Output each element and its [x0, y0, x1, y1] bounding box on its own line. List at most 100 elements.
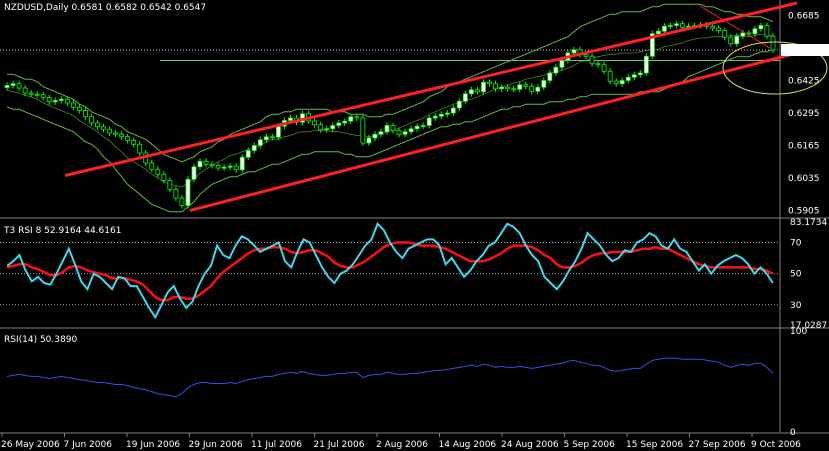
candle-body [276, 125, 281, 138]
candle-body [396, 130, 402, 135]
candle-body [215, 165, 221, 169]
candle-body [535, 86, 541, 92]
candle-body [58, 98, 64, 101]
candle-body [668, 25, 673, 27]
candle-body [233, 165, 239, 171]
candle-body [251, 145, 257, 151]
candle-body [469, 89, 474, 95]
candle-body [493, 83, 498, 90]
time-tick-label: 15 Sep 2006 [626, 440, 683, 450]
candle-body [348, 116, 354, 122]
time-tick-label: 19 Jun 2006 [126, 440, 180, 450]
candle-body [529, 85, 535, 92]
candle-body [83, 110, 88, 118]
candle-body [613, 80, 619, 85]
t3-signal-line [6, 241, 774, 302]
candle-body [710, 25, 716, 29]
candle-body [499, 86, 504, 90]
candle-body [402, 131, 408, 135]
candle-body [76, 106, 82, 111]
candle-body [46, 97, 52, 103]
time-tick-label: 26 May 2006 [1, 440, 60, 450]
chart-window: 0.6685 0.6425 0.6295 0.6165 0.6035 0.5905 0.65… [0, 0, 829, 451]
candle-body [390, 125, 396, 131]
candle-body [456, 100, 462, 109]
candle-body [505, 86, 511, 90]
rsi14-tick-label: 0 [790, 428, 796, 438]
candle-body [245, 150, 251, 158]
bollinger-middle [6, 33, 773, 188]
time-tick-label: 11 Jul 2006 [251, 440, 302, 450]
bollinger-lower [6, 48, 774, 213]
candle-body [227, 165, 233, 168]
candle-body [571, 49, 577, 54]
candle-body [354, 116, 360, 119]
time-tick-label: 9 Oct 2006 [751, 440, 801, 450]
candle-body [384, 125, 390, 133]
trend-channel-upper [64, 1, 798, 177]
candle-body [511, 88, 517, 91]
candle-body [336, 122, 342, 126]
candle-body [481, 81, 486, 93]
candle-body [716, 27, 722, 31]
candle-body [22, 87, 28, 94]
candle-body [740, 32, 746, 37]
rsi14-line [6, 357, 774, 398]
candle-body [366, 137, 372, 144]
candle-body [197, 160, 203, 168]
candle-body [239, 156, 245, 171]
time-tick-label: 14 Aug 2006 [439, 440, 497, 450]
rsi14-tick-label: 100 [790, 327, 807, 337]
candle-body [113, 132, 118, 135]
t3-tick-label: 50 [790, 270, 802, 280]
candle-body [625, 76, 631, 81]
candle-body [770, 35, 776, 51]
candle-body [752, 28, 758, 35]
chart-canvas: 0.6685 0.6425 0.6295 0.6165 0.6035 0.5905 0.65… [0, 0, 829, 450]
candle-body [547, 72, 553, 81]
candle-body [191, 166, 197, 180]
time-tick-label: 24 Aug 2006 [501, 440, 559, 450]
candle-body [728, 36, 734, 45]
time-tick-label: 7 Jun 2006 [64, 440, 113, 450]
candle-body [589, 55, 595, 65]
candle-body [179, 197, 185, 206]
candle-body [487, 81, 492, 85]
candle-body [89, 116, 94, 124]
candle-body [420, 125, 426, 127]
candle-body [263, 136, 269, 141]
candle-body [40, 94, 46, 98]
candle-body [131, 140, 137, 145]
candle-body [637, 72, 643, 76]
candle-body [95, 122, 100, 128]
price-tick-label: 0.5905 [788, 207, 820, 217]
candle-body [360, 117, 366, 144]
candle-body [517, 84, 523, 90]
candle-body [432, 115, 438, 119]
time-tick-label: 5 Sep 2006 [564, 440, 616, 450]
candle-body [107, 128, 112, 134]
candle-body [372, 133, 378, 139]
candle-body [155, 168, 161, 175]
candle-body [70, 102, 76, 108]
candle-body [52, 100, 58, 103]
candle-body [318, 124, 324, 131]
candle-body [161, 173, 167, 181]
candle-body [583, 54, 589, 57]
candle-body [553, 66, 559, 74]
candle-body [662, 25, 667, 32]
candle-body [734, 35, 740, 45]
candle-body [101, 126, 106, 130]
candle-body [4, 85, 10, 88]
t3-pane-title: T3 RSI 8 52.9164 44.6161 [3, 226, 121, 236]
candle-body [541, 80, 547, 88]
candle-body [680, 23, 685, 28]
candle-body [173, 188, 179, 199]
candle-body [601, 64, 607, 72]
price-tick-label: 0.6425 [788, 77, 820, 87]
candle-body [119, 133, 125, 138]
t3-tick-label: 30 [790, 301, 802, 311]
candle-body [257, 139, 263, 146]
candle-body [324, 128, 330, 131]
time-tick-label: 2 Aug 2006 [376, 440, 428, 450]
